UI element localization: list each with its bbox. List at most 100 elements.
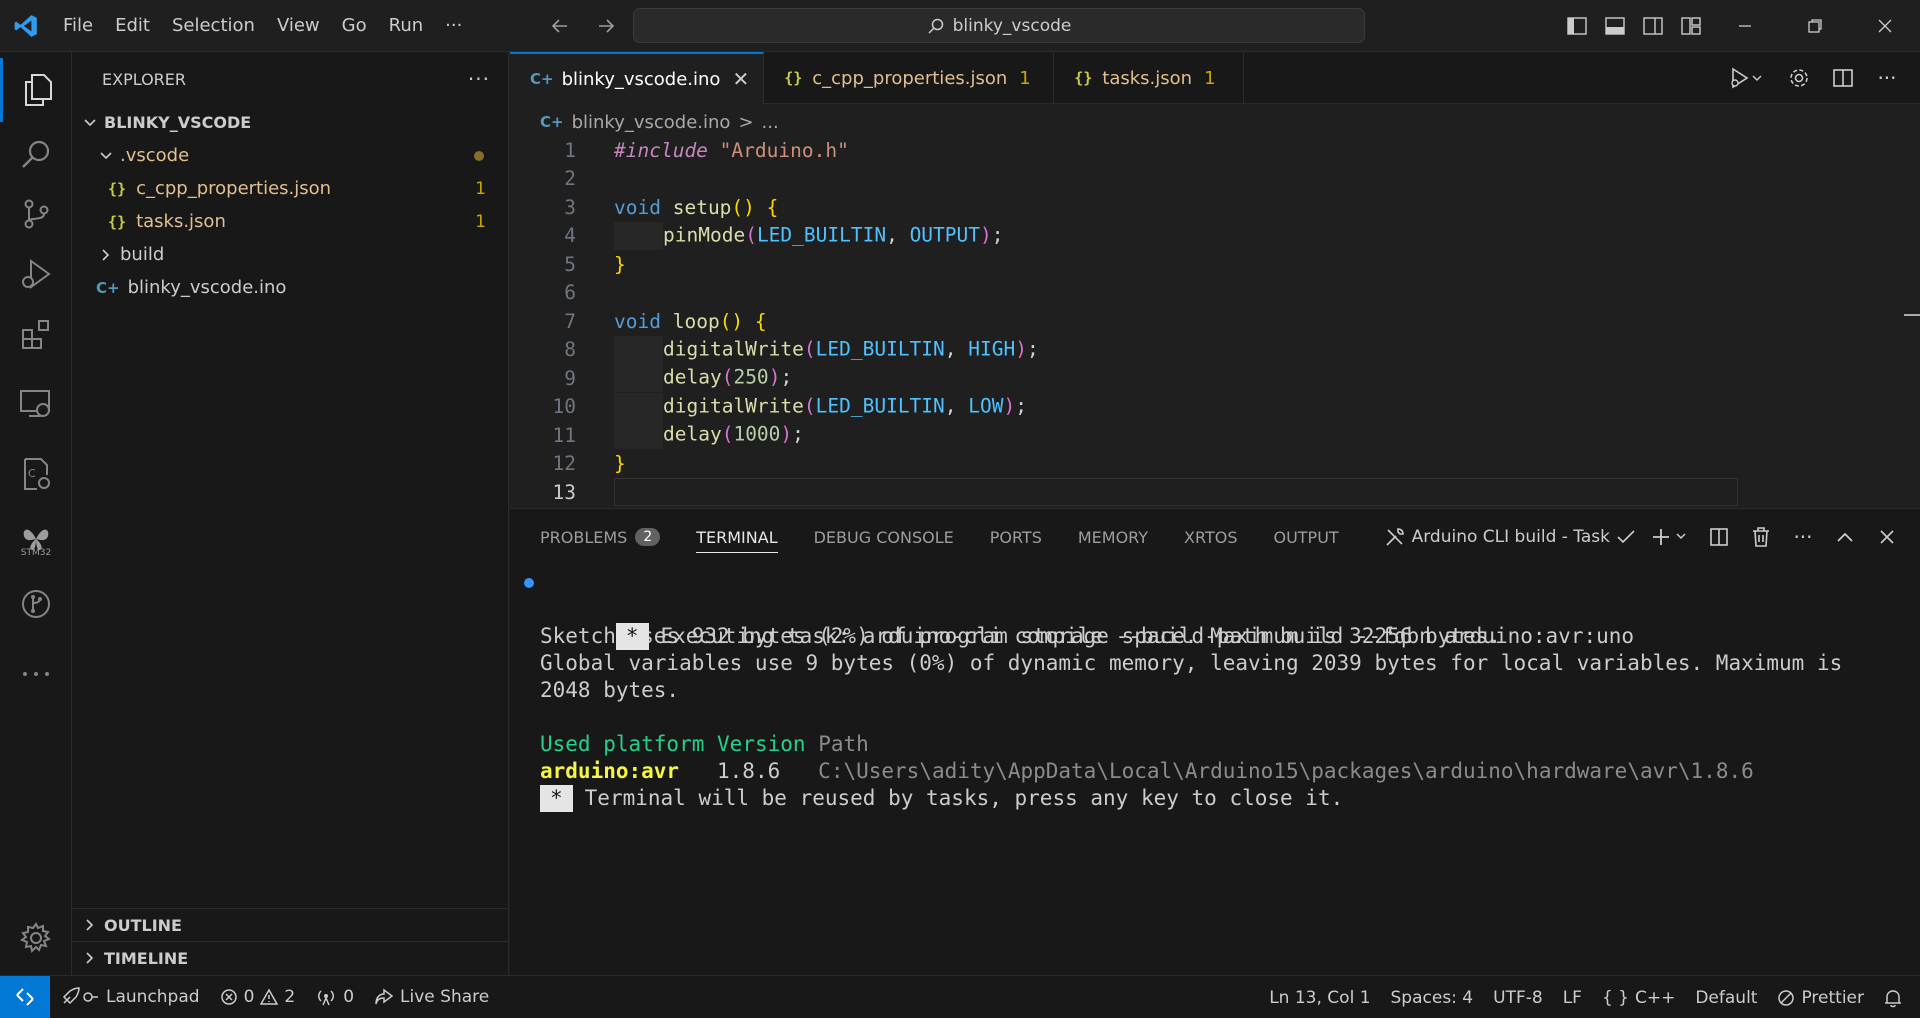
explorer-icon[interactable] bbox=[0, 58, 72, 122]
constant: LED_BUILTIN bbox=[815, 394, 945, 418]
command-decoration-icon[interactable] bbox=[524, 578, 534, 588]
live-share-item[interactable]: Live Share bbox=[364, 976, 499, 1018]
code-line: 9 delay(250); bbox=[510, 364, 1900, 393]
tab-label: c_cpp_properties.json bbox=[812, 67, 1008, 89]
close-panel-icon[interactable] bbox=[1868, 509, 1906, 565]
cursor-position-item[interactable]: Ln 13, Col 1 bbox=[1259, 976, 1380, 1018]
menu-view[interactable]: View bbox=[266, 0, 331, 52]
git-graph-icon[interactable] bbox=[0, 572, 72, 636]
cpp-configuration-item[interactable]: Default bbox=[1685, 976, 1767, 1018]
source-control-icon[interactable] bbox=[0, 182, 72, 246]
back-arrow-icon[interactable] bbox=[548, 10, 572, 42]
bottom-panel: PROBLEMS 2 TERMINAL DEBUG CONSOLE PORTS … bbox=[510, 508, 1920, 975]
menu-selection[interactable]: Selection bbox=[161, 0, 266, 52]
trash-icon[interactable] bbox=[1742, 509, 1780, 565]
code-line: 10 digitalWrite(LED_BUILTIN, LOW); bbox=[510, 392, 1900, 422]
tab-tasks-json[interactable]: {} tasks.json 1 bbox=[1054, 52, 1245, 104]
tab-xrtos[interactable]: XRTOS bbox=[1184, 509, 1237, 565]
run-debug-dropdown-icon[interactable] bbox=[1718, 52, 1774, 104]
tab-memory[interactable]: MEMORY bbox=[1078, 509, 1148, 565]
breadcrumb-file[interactable]: blinky_vscode.ino bbox=[572, 112, 731, 133]
minimize-icon[interactable] bbox=[1710, 0, 1780, 52]
code-editor[interactable]: 1 #include "Arduino.h" 2 3 void setup() … bbox=[510, 136, 1900, 508]
tree-item-tasks-json[interactable]: {} tasks.json 1 bbox=[72, 205, 508, 238]
more-actions-icon[interactable]: ··· bbox=[1868, 52, 1906, 104]
tab-blinky-ino[interactable]: C+ blinky_vscode.ino ✕ bbox=[510, 52, 765, 104]
code-line: 3 void setup() { bbox=[510, 193, 1900, 222]
manage-gear-icon[interactable] bbox=[0, 906, 72, 970]
tab-c-cpp-properties[interactable]: {} c_cpp_properties.json 1 bbox=[764, 52, 1055, 104]
menu-run[interactable]: Run bbox=[378, 0, 435, 52]
remote-explorer-icon[interactable] bbox=[0, 372, 72, 436]
language-mode-item[interactable]: { } C++ bbox=[1592, 976, 1685, 1018]
maximize-panel-icon[interactable] bbox=[1826, 509, 1864, 565]
platform-name: arduino:avr bbox=[540, 759, 680, 783]
more-actions-icon[interactable]: ··· bbox=[1784, 509, 1822, 565]
workspace-root-folder[interactable]: BLINKY_VSCODE bbox=[72, 106, 508, 139]
new-terminal-icon[interactable] bbox=[1646, 509, 1696, 565]
forward-arrow-icon[interactable] bbox=[594, 10, 618, 42]
chevron-right-icon bbox=[80, 951, 100, 965]
tab-label: TERMINAL bbox=[696, 527, 778, 547]
breadcrumb-rest[interactable]: ... bbox=[762, 112, 779, 133]
command-center-search[interactable]: blinky_vscode bbox=[633, 8, 1365, 43]
tab-debug-console[interactable]: DEBUG CONSOLE bbox=[814, 509, 954, 565]
search-icon bbox=[928, 18, 943, 34]
arduino-extension-icon[interactable]: C bbox=[0, 442, 72, 506]
outline-section-header[interactable]: OUTLINE bbox=[72, 908, 509, 941]
settings-gear-icon[interactable] bbox=[1780, 52, 1818, 104]
search-icon[interactable] bbox=[0, 122, 72, 186]
tab-ports[interactable]: PORTS bbox=[990, 509, 1042, 565]
terminal-task-selector[interactable]: Arduino CLI build - Task bbox=[1384, 526, 1636, 548]
tab-label: blinky_vscode.ino bbox=[561, 68, 721, 90]
prettier-item[interactable]: Prettier bbox=[1767, 976, 1874, 1018]
encoding-item[interactable]: UTF-8 bbox=[1483, 976, 1553, 1018]
problems-status-item[interactable]: 0 2 bbox=[210, 976, 306, 1018]
split-editor-icon[interactable] bbox=[1824, 52, 1862, 104]
menu-more[interactable]: ··· bbox=[434, 0, 473, 52]
stm32-icon[interactable]: STM32 bbox=[0, 510, 72, 574]
menu-go[interactable]: Go bbox=[331, 0, 378, 52]
search-text: blinky_vscode bbox=[952, 15, 1072, 36]
more-views-icon[interactable] bbox=[0, 642, 72, 706]
tree-item-blinky-ino[interactable]: C+ blinky_vscode.ino bbox=[72, 271, 508, 304]
split-terminal-icon[interactable] bbox=[1700, 509, 1738, 565]
explorer-more-actions-icon[interactable]: ··· bbox=[468, 67, 490, 91]
close-tab-icon[interactable]: ✕ bbox=[732, 67, 749, 91]
remote-indicator-icon[interactable] bbox=[0, 975, 50, 1018]
toggle-panel-icon[interactable] bbox=[1596, 0, 1634, 52]
tab-terminal[interactable]: TERMINAL bbox=[696, 509, 778, 565]
indentation-item[interactable]: Spaces: 4 bbox=[1381, 976, 1484, 1018]
eol-item[interactable]: LF bbox=[1553, 976, 1592, 1018]
ports-status-item[interactable]: 0 bbox=[305, 976, 364, 1018]
run-and-debug-icon[interactable] bbox=[0, 242, 72, 306]
tree-item-vscode-folder[interactable]: .vscode bbox=[72, 139, 508, 172]
terminal-output[interactable]: * Executing task: arduino-cli compile --b… bbox=[524, 569, 1910, 812]
menu-file[interactable]: File bbox=[52, 0, 104, 52]
tree-item-build-folder[interactable]: build bbox=[72, 238, 508, 271]
tab-problems[interactable]: PROBLEMS 2 bbox=[540, 509, 661, 565]
close-window-icon[interactable] bbox=[1850, 0, 1920, 52]
header-used-platform: Used platform bbox=[540, 732, 705, 756]
restore-icon[interactable] bbox=[1780, 0, 1850, 52]
editor-scrollbar-marker[interactable] bbox=[1904, 314, 1920, 316]
toggle-secondary-sidebar-icon[interactable] bbox=[1634, 0, 1672, 52]
launchpad-item[interactable]: Launchpad bbox=[50, 976, 210, 1018]
notifications-bell-icon[interactable] bbox=[1874, 976, 1920, 1018]
function-name: loop bbox=[672, 309, 720, 333]
braces-icon: { } bbox=[1601, 987, 1629, 1008]
tree-item-c-cpp-properties[interactable]: {} c_cpp_properties.json 1 bbox=[72, 172, 508, 205]
toggle-sidebar-icon[interactable] bbox=[1558, 0, 1596, 52]
tab-output[interactable]: OUTPUT bbox=[1273, 509, 1338, 565]
header-path: Path bbox=[818, 732, 869, 756]
code-line-current: 13 bbox=[510, 478, 1900, 507]
timeline-section-header[interactable]: TIMELINE bbox=[72, 941, 509, 974]
error-icon bbox=[220, 989, 237, 1005]
chevron-right-icon bbox=[96, 248, 116, 262]
customize-layout-icon[interactable] bbox=[1672, 0, 1710, 52]
activity-bar: C STM32 bbox=[0, 52, 72, 975]
extensions-icon[interactable] bbox=[0, 302, 72, 366]
menu-edit[interactable]: Edit bbox=[104, 0, 161, 52]
